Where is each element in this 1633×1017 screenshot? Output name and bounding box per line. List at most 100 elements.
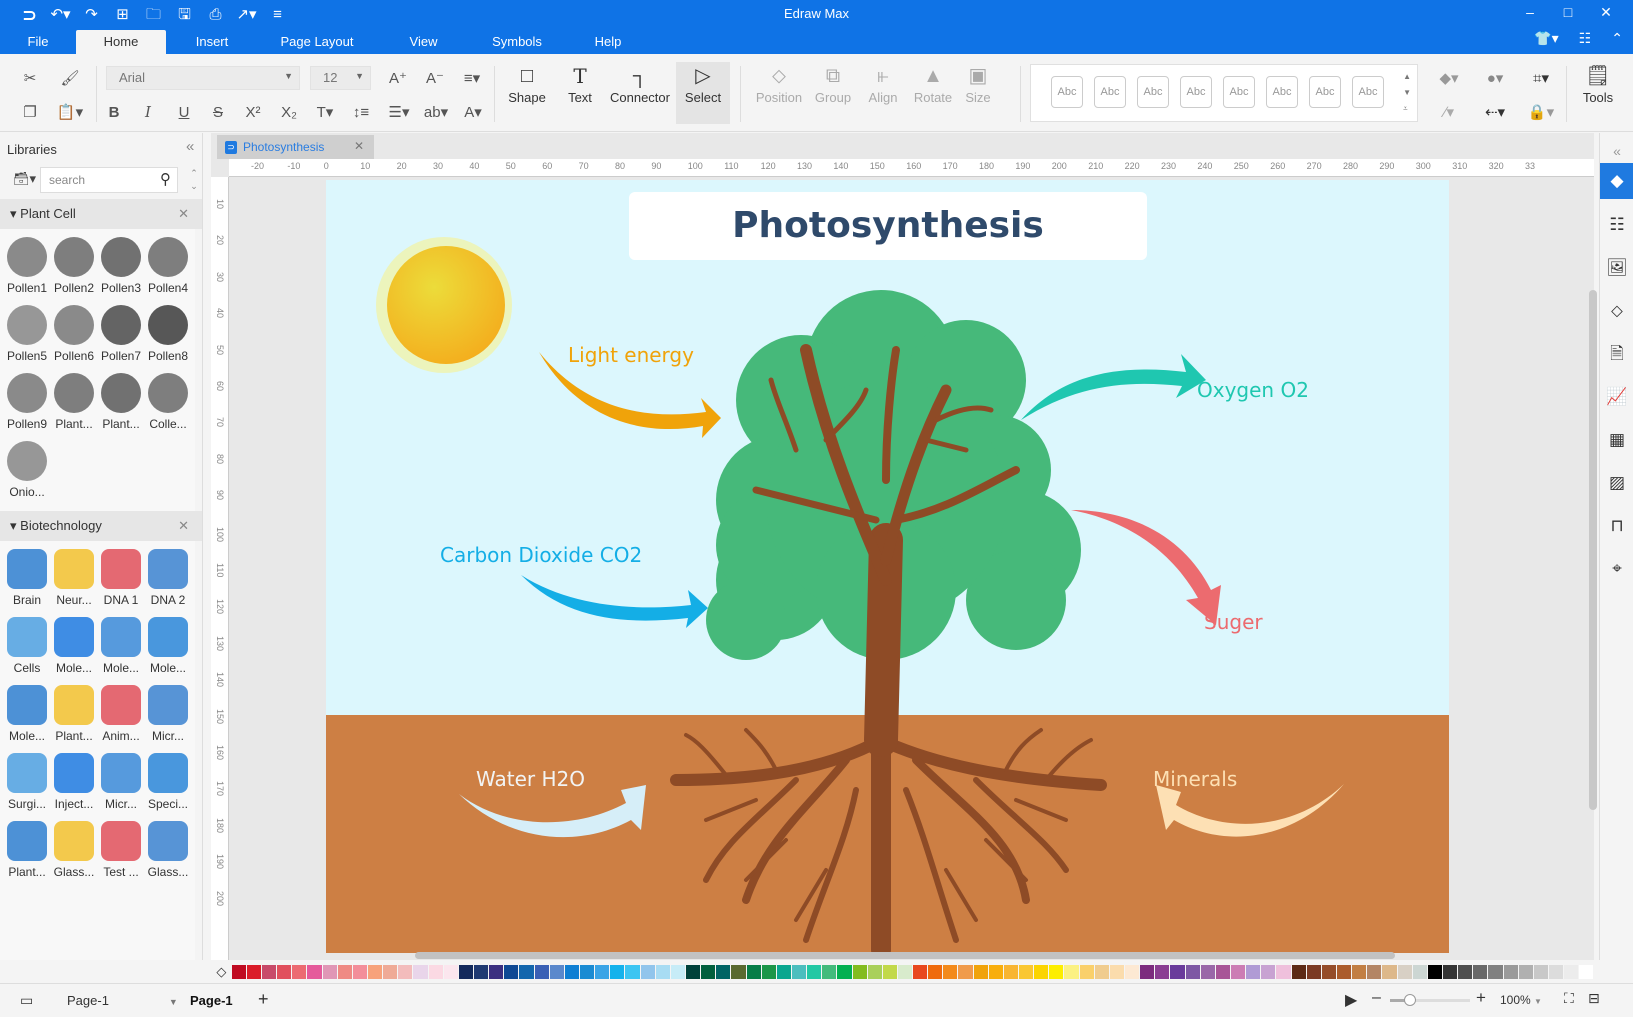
color-swatch[interactable]: [1473, 965, 1488, 979]
tree-roots[interactable]: [670, 728, 1107, 953]
color-swatch[interactable]: [1034, 965, 1049, 979]
collapse-panel-icon[interactable]: «: [186, 138, 194, 155]
library-shape[interactable]: DNA 2: [144, 549, 192, 607]
format-painter-icon[interactable]: 🖌: [58, 66, 82, 90]
water-label[interactable]: Water H2O: [476, 767, 585, 791]
color-swatch[interactable]: [292, 965, 307, 979]
library-shape[interactable]: Plant...: [50, 373, 98, 431]
color-swatch[interactable]: [1155, 965, 1170, 979]
color-swatch[interactable]: [322, 965, 337, 979]
color-swatch[interactable]: [1458, 965, 1473, 979]
color-swatch[interactable]: [776, 965, 791, 979]
color-swatch[interactable]: [1276, 965, 1291, 979]
rotate-tool[interactable]: ▲ Rotate: [906, 62, 960, 124]
library-shape[interactable]: Inject...: [50, 753, 98, 811]
page-panel-icon[interactable]: 🗎: [1600, 336, 1633, 372]
search-nav-arrows[interactable]: ⌃ ⌄: [185, 167, 202, 193]
color-swatch[interactable]: [534, 965, 549, 979]
color-swatch[interactable]: [1079, 965, 1094, 979]
vertical-scrollbar[interactable]: [1589, 290, 1597, 810]
color-swatch[interactable]: [1412, 965, 1427, 979]
light-energy-label[interactable]: Light energy: [568, 343, 694, 367]
minerals-arrow[interactable]: [1156, 784, 1344, 837]
color-swatch[interactable]: [1321, 965, 1336, 979]
close-section-icon[interactable]: ✕: [178, 511, 189, 541]
library-manager-icon[interactable]: 🗃▾: [13, 171, 36, 187]
apps-icon[interactable]: ☷: [1579, 30, 1592, 47]
color-swatch[interactable]: [443, 965, 458, 979]
underline-icon[interactable]: U: [172, 100, 196, 124]
grid-panel-icon[interactable]: ☷: [1600, 207, 1633, 243]
library-shape[interactable]: Surgi...: [3, 753, 51, 811]
subscript-icon[interactable]: X₂: [276, 100, 302, 124]
color-swatch[interactable]: [1442, 965, 1458, 979]
library-shape[interactable]: Glass...: [144, 821, 192, 879]
fit-page-icon[interactable]: ⊟: [1588, 990, 1600, 1007]
color-swatch[interactable]: [1140, 965, 1155, 979]
close-button[interactable]: ✕: [1587, 4, 1625, 21]
color-swatch[interactable]: [1564, 965, 1579, 979]
line-style-icon[interactable]: ⇠▾: [1478, 100, 1512, 124]
maximize-button[interactable]: □: [1549, 4, 1587, 21]
library-shape[interactable]: Plant...: [97, 373, 145, 431]
library-shape[interactable]: Pollen6: [50, 305, 98, 363]
color-swatch[interactable]: [519, 965, 534, 979]
library-shape[interactable]: Plant...: [3, 821, 51, 879]
group-tool[interactable]: ⧉ Group: [806, 62, 860, 124]
copy-icon[interactable]: ❐: [18, 100, 42, 124]
color-swatch[interactable]: [882, 965, 897, 979]
color-swatch[interactable]: [1352, 965, 1367, 979]
style-sample[interactable]: Abc: [1223, 76, 1255, 108]
select-tool[interactable]: ▷ Select: [676, 62, 730, 124]
color-swatch[interactable]: [1200, 965, 1215, 979]
search-icon[interactable]: ⚲: [160, 170, 171, 188]
section-biotechnology[interactable]: ▾ Biotechnology ✕: [0, 511, 202, 541]
menu-help[interactable]: Help: [563, 30, 653, 54]
library-shape[interactable]: Pollen3: [97, 237, 145, 295]
color-swatch[interactable]: [246, 965, 262, 979]
color-swatch[interactable]: [1109, 965, 1125, 979]
connector-tool[interactable]: ┐ Connector: [605, 62, 675, 124]
color-swatch[interactable]: [1261, 965, 1276, 979]
library-shape[interactable]: Onio...: [3, 441, 51, 499]
line-spacing-icon[interactable]: ↕≡: [344, 100, 378, 124]
style-sample[interactable]: Abc: [1309, 76, 1341, 108]
color-swatch[interactable]: [458, 965, 473, 979]
color-swatch[interactable]: [564, 965, 579, 979]
color-swatch[interactable]: [670, 965, 685, 979]
color-swatch[interactable]: [352, 965, 367, 979]
color-swatch[interactable]: [731, 965, 746, 979]
text-style-icon[interactable]: T▾: [310, 100, 340, 124]
strikethrough-icon[interactable]: S: [206, 100, 230, 124]
fill-icon[interactable]: ◆▾: [1432, 66, 1466, 90]
library-shape[interactable]: Test ...: [97, 821, 145, 879]
bullets-icon[interactable]: ☰▾: [383, 100, 415, 124]
minimize-button[interactable]: –: [1511, 4, 1549, 21]
color-swatch[interactable]: [913, 965, 928, 979]
decrease-font-icon[interactable]: A⁻: [422, 66, 448, 90]
color-swatch[interactable]: [1125, 965, 1140, 979]
co2-arrow[interactable]: [521, 575, 708, 628]
library-shape[interactable]: Mole...: [3, 685, 51, 743]
page-tab[interactable]: Page-1: [190, 993, 233, 1008]
menu-page-layout[interactable]: Page Layout: [258, 30, 376, 54]
oxygen-label[interactable]: Oxygen O2: [1197, 378, 1309, 402]
color-swatch[interactable]: [1503, 965, 1518, 979]
color-swatch[interactable]: [685, 965, 701, 979]
style-sample[interactable]: Abc: [1266, 76, 1298, 108]
gallery-scroll[interactable]: ▲ ▼ ⩡: [1403, 69, 1411, 117]
color-swatch[interactable]: [595, 965, 610, 979]
library-shape[interactable]: Mole...: [144, 617, 192, 675]
close-tab-icon[interactable]: ✕: [354, 139, 364, 153]
color-swatch[interactable]: [1291, 965, 1306, 979]
color-swatch[interactable]: [822, 965, 837, 979]
library-shape[interactable]: Mole...: [50, 617, 98, 675]
color-swatch[interactable]: [746, 965, 761, 979]
increase-font-icon[interactable]: A⁺: [385, 66, 411, 90]
color-swatch[interactable]: [791, 965, 807, 979]
collapse-ribbon-icon[interactable]: ⌃: [1611, 30, 1623, 47]
library-shape[interactable]: Mole...: [97, 617, 145, 675]
fill-bucket-icon[interactable]: ◇: [211, 964, 232, 980]
library-shape[interactable]: Pollen8: [144, 305, 192, 363]
zoom-out-icon[interactable]: –: [1372, 989, 1381, 1007]
